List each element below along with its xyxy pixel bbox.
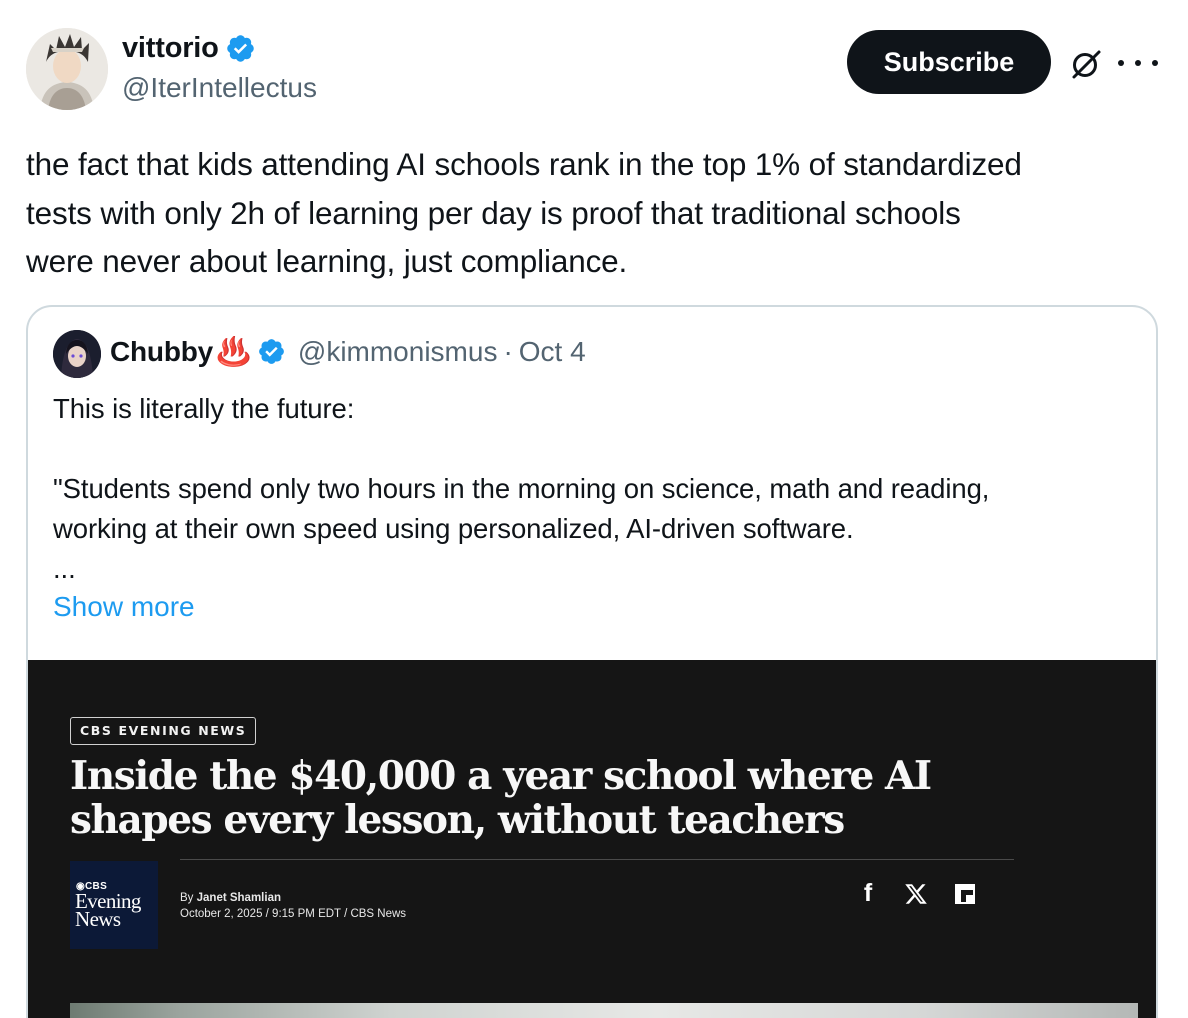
quoted-author-name[interactable]: Chubby <box>110 336 213 368</box>
article-photo <box>70 1003 1138 1018</box>
quoted-author-avatar[interactable] <box>53 330 101 378</box>
quoted-tweet-line: This is literally the future: <box>53 393 355 424</box>
quoted-tweet-line: "Students spend only two hours in the mo… <box>53 473 990 504</box>
subscribe-button[interactable]: Subscribe <box>847 30 1051 94</box>
byline-author: Janet Shamlian <box>196 892 281 904</box>
byline-author-row: By Janet Shamlian <box>180 890 406 906</box>
flipboard-icon <box>955 883 975 904</box>
more-options-icon[interactable] <box>1118 46 1158 80</box>
quoted-tweet-line: working at their own speed using persona… <box>53 513 854 544</box>
article-headline: Inside the $40,000 a year school where A… <box>70 754 990 842</box>
x-icon <box>905 883 927 904</box>
author-avatar[interactable] <box>26 28 108 110</box>
section-tag: CBS EVENING NEWS <box>70 717 257 745</box>
quoted-tweet-blank-line <box>53 429 1143 469</box>
tweet-text: the fact that kids attending AI schools … <box>26 140 1166 286</box>
show-more-link[interactable]: Show more <box>53 591 195 623</box>
hot-springs-emoji: ♨️ <box>216 335 251 368</box>
quoted-tweet-text: This is literally the future: "Students … <box>53 389 1143 589</box>
quoted-tweet-ellipsis: ... <box>53 553 76 584</box>
verified-badge-icon <box>226 35 254 62</box>
cbs-evening-news-logo: ◉CBS Evening News <box>70 861 158 949</box>
tweet-line: tests with only 2h of learning per day i… <box>26 194 961 231</box>
share-icons: f <box>858 879 1002 908</box>
headline-line: Inside the $40,000 a year school where A… <box>70 753 932 799</box>
headline-line: shapes every lesson, without teachers <box>70 797 845 843</box>
quoted-author-handle[interactable]: @kimmonismus <box>298 336 498 368</box>
quoted-tweet-date[interactable]: Oct 4 <box>519 336 586 368</box>
facebook-icon: f <box>863 879 873 907</box>
divider <box>180 859 1014 860</box>
logo-word: News <box>75 907 121 931</box>
quoted-tweet-card[interactable]: Chubby ♨️ @kimmonismus · Oct 4 This is l… <box>26 305 1158 1018</box>
header-separator: · <box>503 335 513 367</box>
quoted-tweet-header: Chubby ♨️ @kimmonismus · Oct 4 <box>110 335 586 368</box>
byline-dateline: October 2, 2025 / 9:15 PM EDT / CBS News <box>180 908 407 920</box>
author-name[interactable]: vittorio <box>122 32 219 65</box>
byline: By Janet Shamlian October 2, 2025 / 9:15… <box>180 890 406 922</box>
tweet-line: the fact that kids attending AI schools … <box>26 146 1022 182</box>
author-handle[interactable]: @IterIntellectus <box>122 72 317 104</box>
tweet-line: were never about learning, just complian… <box>26 243 628 279</box>
verified-badge-icon <box>259 339 284 364</box>
byline-prefix: By <box>180 892 197 904</box>
article-preview-image[interactable]: CBS EVENING NEWS Inside the $40,000 a ye… <box>28 660 1156 1018</box>
author-name-row[interactable]: vittorio <box>122 32 256 65</box>
grok-icon[interactable] <box>1068 46 1104 82</box>
